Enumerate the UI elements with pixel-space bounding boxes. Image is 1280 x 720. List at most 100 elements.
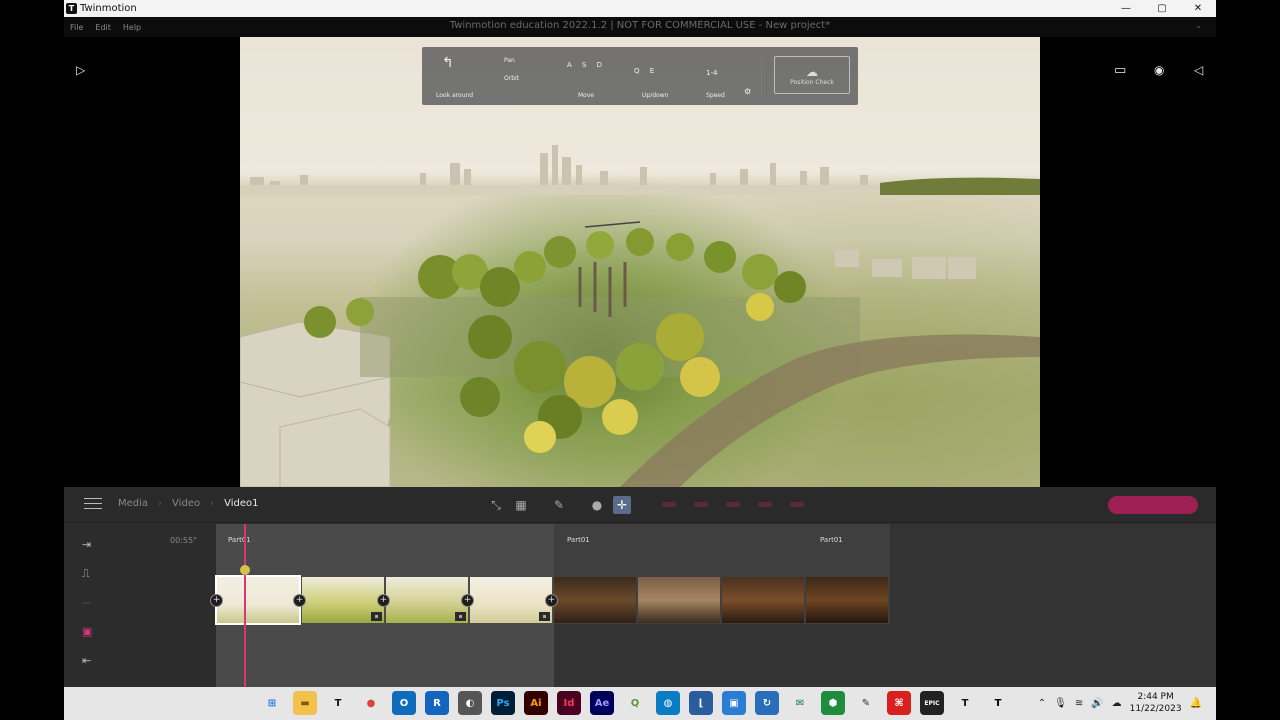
cloud-sync-icon[interactable]: ☁ [1112,698,1122,709]
app-name: Twinmotion [80,3,137,14]
keyframe-clip-6[interactable] [638,577,720,623]
taskbar-apps: ⊞ ▬ T ● O R ◐ Ps Ai Id Ae Q ◍ ⌊ ▣ ↻ ✉ ⬢ ✎ ⌘ EPIC T T [260,691,1010,715]
os-titlebar: T Twinmotion — ▢ ✕ [64,0,1216,17]
system-tray: ⌃ 🎙 ≋ 🔊 ☁ 2:44 PM 11/22/2023 🔔 [1038,691,1202,715]
hamburger-menu-icon[interactable] [84,498,102,510]
move-label: Move [578,92,595,99]
playhead-handle[interactable] [240,565,250,575]
add-keyframe-button[interactable]: + [377,594,390,607]
clock[interactable]: 2:44 PM 11/22/2023 [1130,691,1182,715]
playback-control-5[interactable] [790,502,804,507]
settings-gear-icon[interactable]: ⚙ [744,87,751,96]
taskbar-illustrator-icon[interactable]: Ai [524,691,548,715]
microphone-icon[interactable]: 🎙 [1054,698,1067,709]
updown-keys-icon: Q E [634,67,659,75]
taskbar-twinmotion-2-icon[interactable]: T [953,691,977,715]
breadcrumb-video[interactable]: Video [172,498,200,509]
keyframe-clip-4[interactable]: ▪ [470,577,552,623]
render-button[interactable] [1108,496,1198,514]
taskbar-outlook-icon[interactable]: O [392,691,416,715]
taskbar-windows-start-icon[interactable]: ⊞ [260,691,284,715]
look-around-label: Look around [436,92,474,99]
taskbar-remote-icon[interactable]: ▣ [722,691,746,715]
add-keyframe-button[interactable]: + [461,594,474,607]
collapse-right-icon[interactable]: ◁ [1194,63,1203,77]
timeline[interactable]: Part01 Part01 Part01 ▪ ▪ ▪ + + + + + [210,524,1216,687]
chevron-up-icon[interactable]: ⌃ [1038,698,1046,709]
speed-label: Speed [706,92,725,99]
taskbar-epic-icon[interactable]: EPIC [920,691,944,715]
taskbar-qgis-icon[interactable]: Q [623,691,647,715]
project-title: Twinmotion education 2022.1.2 | NOT FOR … [449,20,831,31]
export-icon[interactable]: ⇤ [82,654,104,668]
playback-control-1[interactable] [662,502,676,507]
menu-file[interactable]: File [70,23,83,32]
taskbar-photoshop-icon[interactable]: Ps [491,691,515,715]
pan-label: Pan [504,57,515,64]
playback-control-2[interactable] [694,502,708,507]
add-keyframe-button[interactable]: + [293,594,306,607]
app-window: T Twinmotion — ▢ ✕ File Edit Help Twinmo… [64,0,1216,720]
updown-label: Up/down [642,92,669,99]
taskbar-indesign-icon[interactable]: Id [557,691,581,715]
taskbar-typora-icon[interactable]: T [986,691,1010,715]
taskbar-notes-icon[interactable]: ✎ [854,691,878,715]
fit-view-icon[interactable]: ⤡ [487,496,505,514]
clock-time: 2:44 PM [1137,692,1174,702]
panel-layout-icon[interactable]: ▭ [1114,63,1126,78]
menu-edit[interactable]: Edit [95,23,111,32]
animation-curve-icon[interactable]: ⎍ [82,567,104,581]
eye-icon[interactable]: ◉ [1154,63,1164,77]
video-track-icon[interactable]: ▣ [82,625,104,639]
taskbar-revit-icon[interactable]: R [425,691,449,715]
collapse-icon[interactable]: ⌄ [1195,21,1202,30]
timeline-duration: 00:55" [170,536,197,545]
orbit-label: Orbit [504,75,520,82]
media-toolbar: Media › Video › Video1 ⤡ ▦ ✎ ● ✛ [64,487,1216,523]
notification-bell-icon[interactable]: 🔔 [1190,698,1202,709]
disabled-track-icon: ⎓ [82,596,91,609]
breadcrumb-media[interactable]: Media [118,498,148,509]
clock-date: 11/22/2023 [1129,704,1182,714]
taskbar-file-explorer-icon[interactable]: ▬ [293,691,317,715]
taskbar-sync-icon[interactable]: ↻ [755,691,779,715]
volume-icon[interactable]: 🔊 [1091,698,1103,709]
playback-control-4[interactable] [758,502,772,507]
keyframe-clip-1[interactable] [215,575,301,625]
record-circle-icon[interactable]: ● [588,496,606,514]
keyframe-clip-8[interactable] [806,577,888,623]
menu-help[interactable]: Help [123,23,141,32]
import-icon[interactable]: ⇥ [82,538,104,552]
keyframe-clip-7[interactable] [722,577,804,623]
part-label-1: Part01 [228,536,251,544]
taskbar-chrome-icon[interactable]: ● [359,691,383,715]
taskbar-maps-icon[interactable]: ◍ [656,691,680,715]
taskbar-sheets-icon[interactable]: ⬢ [821,691,845,715]
taskbar-browser-icon[interactable]: ◐ [458,691,482,715]
add-keyframe-button[interactable]: + [210,594,223,607]
playback-control-3[interactable] [726,502,740,507]
taskbar-autocad-icon[interactable]: ⌊ [689,691,713,715]
keyframe-clip-2[interactable]: ▪ [302,577,384,623]
close-button[interactable]: ✕ [1180,0,1216,17]
pen-icon[interactable]: ✎ [550,496,568,514]
maximize-button[interactable]: ▢ [1144,0,1180,17]
expand-left-icon[interactable]: ▷ [76,63,85,77]
3d-viewport[interactable]: ↰ Pan Orbit A S D Q E 1-4 Look around Mo… [240,37,1040,487]
media-panel: Media › Video › Video1 ⤡ ▦ ✎ ● ✛ 00:55" … [64,487,1216,687]
keyframe-clip-5[interactable] [554,577,636,623]
playhead[interactable] [244,524,246,687]
position-check-button[interactable]: ☁ Position Check [774,56,850,94]
breadcrumb-video1[interactable]: Video1 [224,498,258,509]
taskbar-mail-icon[interactable]: ✉ [788,691,812,715]
minimize-button[interactable]: — [1108,0,1144,17]
wifi-icon[interactable]: ≋ [1075,698,1083,709]
keyframe-clip-3[interactable]: ▪ [386,577,468,623]
taskbar-after-effects-icon[interactable]: Ae [590,691,614,715]
taskbar-twinmotion-icon[interactable]: T [326,691,350,715]
taskbar-acrobat-icon[interactable]: ⌘ [887,691,911,715]
part-label-3: Part01 [820,536,843,544]
grid-icon[interactable]: ▦ [512,496,530,514]
move-tool-icon[interactable]: ✛ [613,496,631,514]
add-keyframe-button[interactable]: + [545,594,558,607]
